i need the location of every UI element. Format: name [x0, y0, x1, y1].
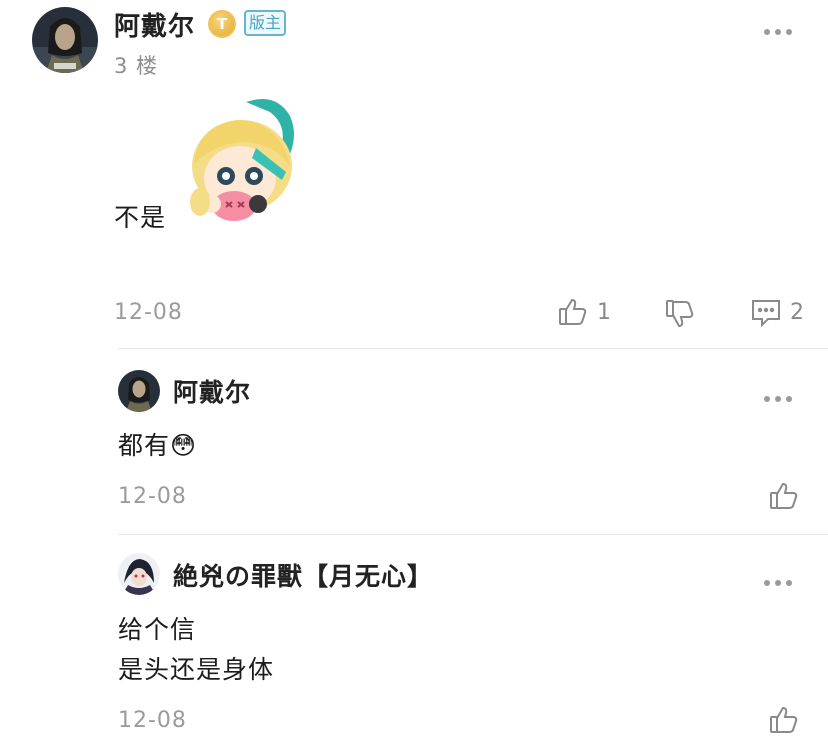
- reply-username[interactable]: 阿戴尔: [173, 373, 251, 409]
- thumbs-down-icon: [664, 298, 696, 330]
- comment-button[interactable]: 2: [750, 296, 804, 328]
- reply-text: 都有😳: [118, 431, 198, 460]
- reply-username[interactable]: 絶兇の罪獸【月无心】: [173, 557, 433, 593]
- thumbs-up-icon: [768, 704, 800, 736]
- sticker-image: [186, 94, 304, 224]
- thumbs-up-icon: [557, 296, 589, 328]
- reply-like-button[interactable]: [768, 704, 800, 736]
- reply-text-line-2: 是头还是身体: [118, 655, 275, 684]
- reply-text-line-1: 给个信: [118, 615, 197, 644]
- reply-date: 12-08: [118, 484, 187, 509]
- reply-date: 12-08: [118, 708, 187, 733]
- more-icon[interactable]: [764, 393, 794, 405]
- floor-number: 3 楼: [114, 54, 159, 78]
- comment-count: 2: [790, 299, 804, 325]
- more-icon[interactable]: [764, 577, 794, 589]
- comment-icon: [750, 296, 782, 328]
- more-icon[interactable]: [764, 26, 794, 38]
- moderator-badge: 版主: [244, 10, 287, 36]
- divider: [118, 348, 828, 349]
- reply-avatar[interactable]: [118, 553, 160, 595]
- like-button[interactable]: 1: [557, 296, 611, 328]
- dislike-button[interactable]: [664, 298, 696, 330]
- like-count: 1: [597, 299, 611, 325]
- post-text: 不是: [114, 203, 167, 232]
- divider: [118, 534, 828, 535]
- coin-badge-icon: T: [208, 10, 236, 38]
- post-username[interactable]: 阿戴尔: [114, 6, 195, 43]
- thumbs-up-icon: [768, 480, 800, 512]
- reply-like-button[interactable]: [768, 480, 800, 512]
- post-date: 12-08: [114, 300, 183, 325]
- reply-avatar[interactable]: [118, 370, 160, 412]
- post-avatar[interactable]: [32, 7, 98, 73]
